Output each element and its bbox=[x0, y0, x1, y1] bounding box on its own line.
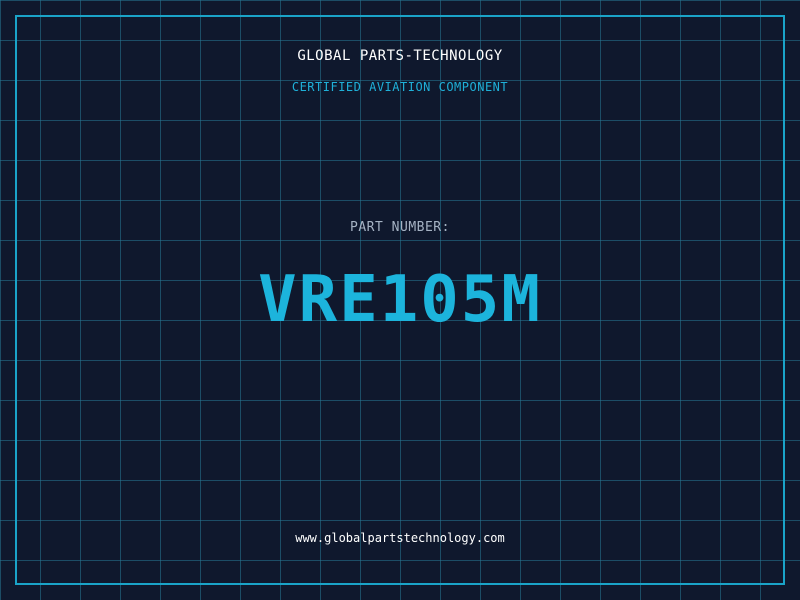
company-name: GLOBAL PARTS-TECHNOLOGY bbox=[297, 48, 503, 64]
part-number-value: VRE105M bbox=[258, 263, 542, 337]
tagline: CERTIFIED AVIATION COMPONENT bbox=[291, 80, 509, 94]
website-url: www.globalpartstechnology.com bbox=[295, 531, 505, 545]
part-number-label: PART NUMBER: bbox=[350, 220, 450, 235]
